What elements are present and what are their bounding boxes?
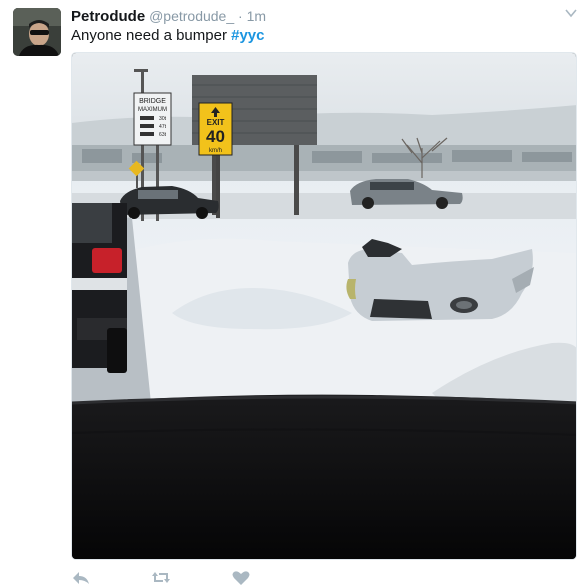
timestamp[interactable]: 1m <box>247 8 266 24</box>
sign-exit-number: 40 <box>206 127 225 146</box>
hashtag-link[interactable]: #yyc <box>231 27 264 44</box>
photo-scene: BRIDGE MAXIMUM 30t 47t 63t EXIT 40 km/h <box>72 53 576 559</box>
retweet-icon[interactable] <box>151 570 171 585</box>
vehicle-left <box>72 203 127 373</box>
separator: · <box>238 8 243 24</box>
sign-bridge-row3: 63t <box>159 132 167 138</box>
sign-bridge-line1: BRIDGE <box>139 98 166 105</box>
reply-icon[interactable] <box>71 570 91 585</box>
like-icon[interactable] <box>231 570 251 585</box>
display-name[interactable]: Petrodude <box>71 8 145 25</box>
tweet-text-body: Anyone need a bumper <box>71 27 232 44</box>
avatar-image <box>13 8 61 56</box>
sign-bridge-row2: 47t <box>159 124 167 130</box>
tweet-text: Anyone need a bumper #yyc <box>71 26 265 46</box>
user-handle[interactable]: @petrodude_ <box>149 8 234 24</box>
chevron-down-icon[interactable] <box>564 6 578 20</box>
tweet-header: Petrodude @petrodude_ · 1m <box>71 7 556 26</box>
tweet[interactable]: Petrodude @petrodude_ · 1m Anyone need a… <box>0 0 586 585</box>
tweet-actions <box>71 570 371 585</box>
sign-exit-label: EXIT <box>207 118 225 127</box>
sign-bridge-line2: MAXIMUM <box>138 107 167 113</box>
sign-exit-unit: km/h <box>209 148 222 154</box>
avatar[interactable] <box>13 8 61 56</box>
tweet-photo[interactable]: BRIDGE MAXIMUM 30t 47t 63t EXIT 40 km/h <box>71 52 577 560</box>
sign-bridge-row1: 30t <box>159 116 167 122</box>
